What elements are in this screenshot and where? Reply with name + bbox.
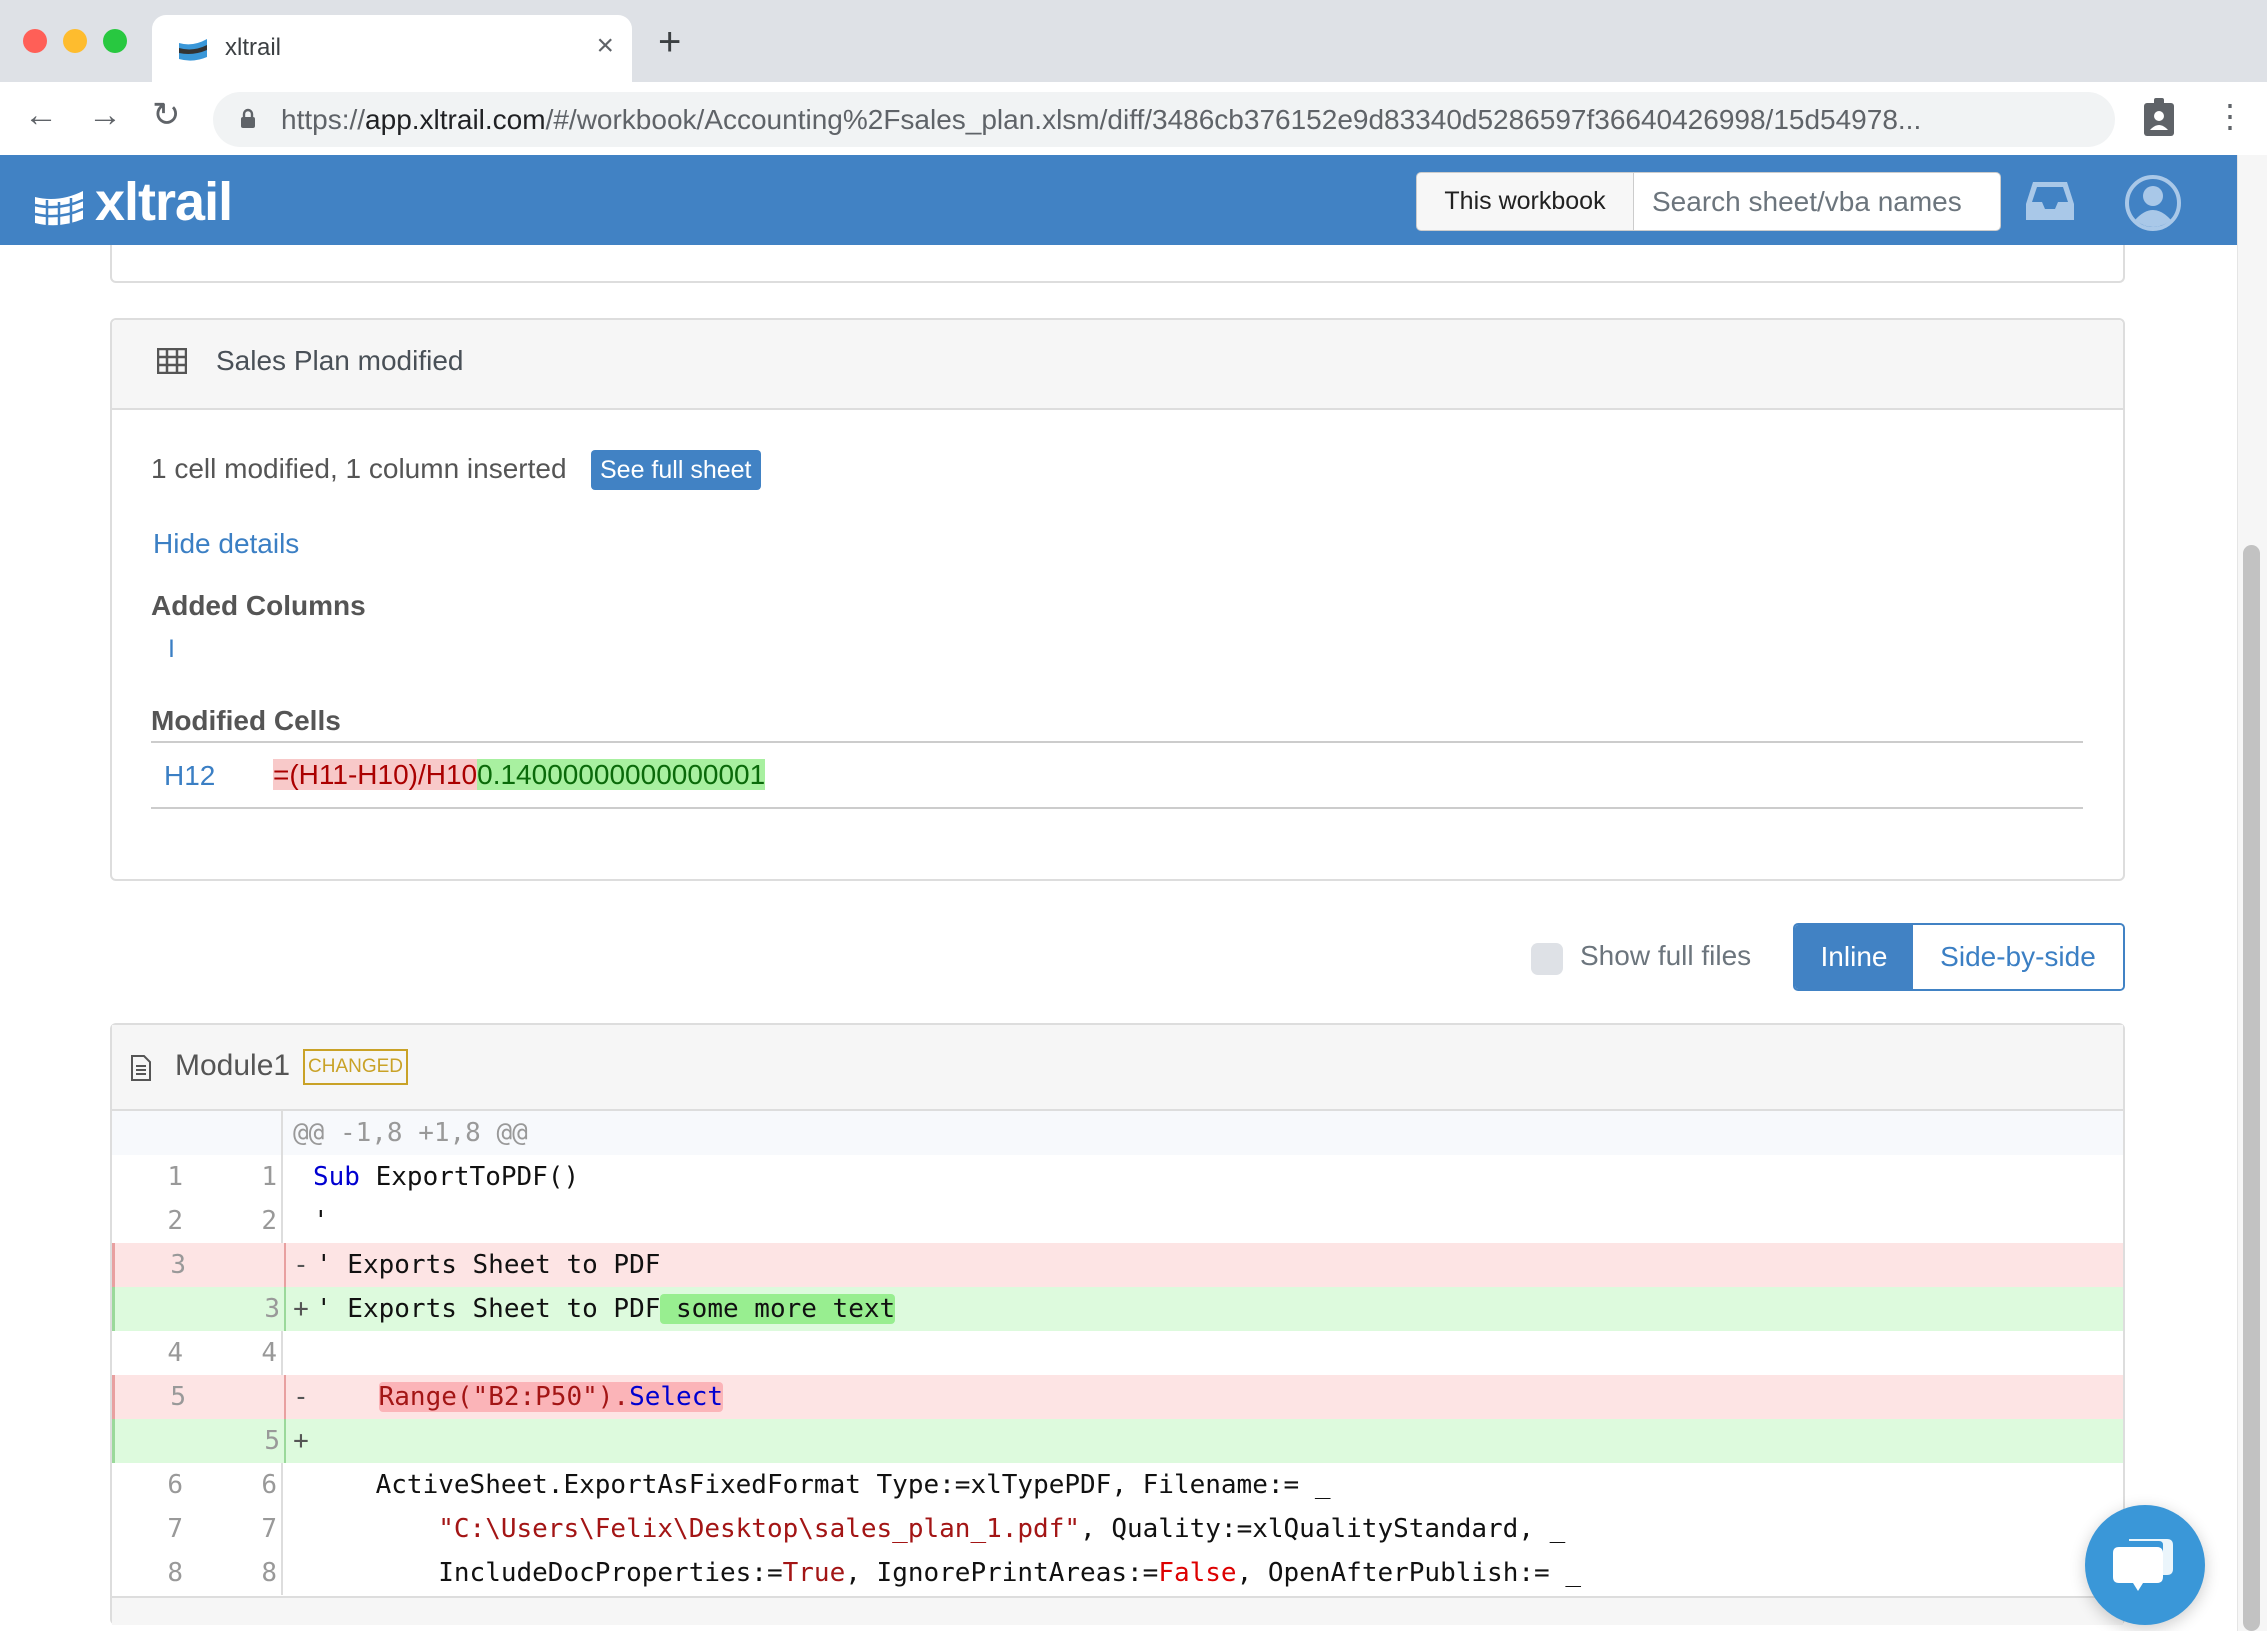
code-text: ActiveSheet.ExportAsFixedFormat Type:=xl… xyxy=(375,1470,1331,1500)
new-line-number: 8 xyxy=(201,1551,283,1595)
new-cell-value: 0.14000000000000001 xyxy=(477,759,766,790)
sheet-change-title: Sales Plan modified xyxy=(216,345,464,376)
code-text: "C:\Users\Felix\Desktop\sales_plan_1.pdf… xyxy=(438,1514,1566,1544)
diff-footer xyxy=(112,1596,2123,1625)
show-full-files-checkbox[interactable] xyxy=(1531,943,1563,975)
diff-line: 44 xyxy=(112,1331,2123,1375)
added-column-link[interactable]: I xyxy=(168,635,175,664)
new-line-number: 5 xyxy=(204,1419,286,1463)
table-divider xyxy=(151,741,2083,743)
new-line-number: 3 xyxy=(204,1287,286,1331)
new-line-number: 2 xyxy=(201,1199,283,1243)
new-line-number: 7 xyxy=(201,1507,283,1551)
hunk-header: @@ -1,8 +1,8 @@ xyxy=(293,1118,528,1148)
diff-sign: + xyxy=(293,1294,309,1324)
code-text: ' Exports Sheet to PDF some more text xyxy=(316,1294,896,1324)
url-text: https://app.xltrail.com/#/workbook/Accou… xyxy=(281,104,1922,135)
old-line-number: 8 xyxy=(167,1558,183,1588)
diff-line-added: 5 + xyxy=(112,1419,2123,1463)
old-line-number: 7 xyxy=(167,1514,183,1544)
diff-view-toggle: Inline Side-by-side xyxy=(1793,923,2125,991)
old-line-number: 3 xyxy=(170,1250,186,1280)
window-close-button[interactable] xyxy=(23,29,47,53)
old-line-number: 4 xyxy=(167,1338,183,1368)
modified-cell-ref-link[interactable]: H12 xyxy=(164,760,215,792)
modified-cell-diff: =(H11-H10)/H100.14000000000000001 xyxy=(273,759,766,791)
code-text: Sub ExportToPDF() xyxy=(313,1162,580,1192)
new-tab-button[interactable]: + xyxy=(658,22,681,62)
diff-line: 66 ActiveSheet.ExportAsFixedFormat Type:… xyxy=(112,1463,2123,1507)
back-arrow-icon[interactable]: ← xyxy=(24,98,58,132)
code-text: IncludeDocProperties:=True, IgnorePrintA… xyxy=(438,1558,1581,1588)
diff-sign: + xyxy=(293,1426,309,1456)
chat-widget-button[interactable] xyxy=(2085,1505,2205,1625)
hide-details-link[interactable]: Hide details xyxy=(153,528,299,560)
side-by-side-view-button[interactable]: Side-by-side xyxy=(1913,925,2123,989)
code-text: ' xyxy=(313,1206,329,1236)
show-full-files-label[interactable]: Show full files xyxy=(1580,940,1751,972)
new-line-number: 1 xyxy=(201,1155,283,1199)
forward-arrow-icon[interactable]: → xyxy=(88,98,122,132)
window-minimize-button[interactable] xyxy=(63,29,87,53)
see-full-sheet-button[interactable]: See full sheet xyxy=(591,450,761,490)
module-name: Module1 xyxy=(175,1049,291,1082)
diff-line-deleted: 5 - Range("B2:P50").Select xyxy=(112,1375,2123,1419)
old-line-number: 6 xyxy=(167,1470,183,1500)
deleted-text-highlight: Range("B2:P50").Select xyxy=(378,1382,723,1412)
old-line-number: 1 xyxy=(167,1162,183,1192)
chat-bubbles-icon xyxy=(2113,1539,2173,1591)
added-text-highlight: some more text xyxy=(660,1294,896,1324)
previous-card xyxy=(110,245,2125,283)
changed-badge: CHANGED xyxy=(303,1049,409,1085)
profile-badge-icon[interactable] xyxy=(2143,97,2175,137)
tab-close-icon[interactable]: × xyxy=(596,29,614,63)
lock-icon xyxy=(241,108,255,128)
new-line-number: 6 xyxy=(201,1463,283,1507)
added-columns-heading: Added Columns xyxy=(151,590,366,621)
new-line-number xyxy=(204,1375,286,1419)
diff-line-deleted: 3 - ' Exports Sheet to PDF xyxy=(112,1243,2123,1287)
code-text: ' Exports Sheet to PDF xyxy=(316,1250,661,1280)
diff-sign: - xyxy=(293,1250,309,1280)
search-input[interactable]: Search sheet/vba names xyxy=(1633,172,2001,231)
xltrail-logo-icon xyxy=(34,191,84,227)
file-text-icon xyxy=(131,1055,151,1081)
logo-text: xltrail xyxy=(95,172,233,232)
diff-line: 77 "C:\Users\Felix\Desktop\sales_plan_1.… xyxy=(112,1507,2123,1551)
diff-line-added: 3 + ' Exports Sheet to PDF some more text xyxy=(112,1287,2123,1331)
address-bar[interactable]: https://app.xltrail.com/#/workbook/Accou… xyxy=(213,92,2115,147)
diff-line: 88 IncludeDocProperties:=True, IgnorePri… xyxy=(112,1551,2123,1595)
browser-tab[interactable]: xltrail × xyxy=(152,15,632,82)
old-line-number: 5 xyxy=(170,1382,186,1412)
diff-line: 22 ' xyxy=(112,1199,2123,1243)
window-maximize-button[interactable] xyxy=(103,29,127,53)
hunk-header-row: @@ -1,8 +1,8 @@ xyxy=(112,1111,2123,1155)
table-icon xyxy=(157,348,187,374)
inline-view-button[interactable]: Inline xyxy=(1795,925,1913,989)
old-cell-value: =(H11-H10)/H10 xyxy=(273,759,478,790)
inbox-icon[interactable] xyxy=(2025,180,2075,222)
new-line-number: 4 xyxy=(201,1331,283,1375)
old-line-number: 2 xyxy=(167,1206,183,1236)
new-line-number xyxy=(204,1243,286,1287)
browser-menu-icon[interactable]: ⋮ xyxy=(2214,100,2246,132)
table-divider xyxy=(151,807,2083,809)
page-scrollbar-thumb[interactable] xyxy=(2243,545,2260,1631)
modified-cells-heading: Modified Cells xyxy=(151,705,341,736)
code-text: Range("B2:P50").Select xyxy=(316,1382,723,1412)
diff-sign: - xyxy=(293,1382,309,1412)
user-avatar-icon[interactable] xyxy=(2124,174,2182,232)
xltrail-favicon-icon xyxy=(179,39,207,61)
tab-title: xltrail xyxy=(225,34,282,61)
module-diff-header xyxy=(112,1025,2123,1111)
diff-line: 11 Sub ExportToPDF() xyxy=(112,1155,2123,1199)
reload-icon[interactable]: ↻ xyxy=(152,98,181,132)
code-diff: @@ -1,8 +1,8 @@ 11 Sub ExportToPDF() 22 … xyxy=(112,1111,2123,1595)
change-summary: 1 cell modified, 1 column inserted xyxy=(151,453,567,484)
search-scope-button[interactable]: This workbook xyxy=(1416,172,1634,231)
